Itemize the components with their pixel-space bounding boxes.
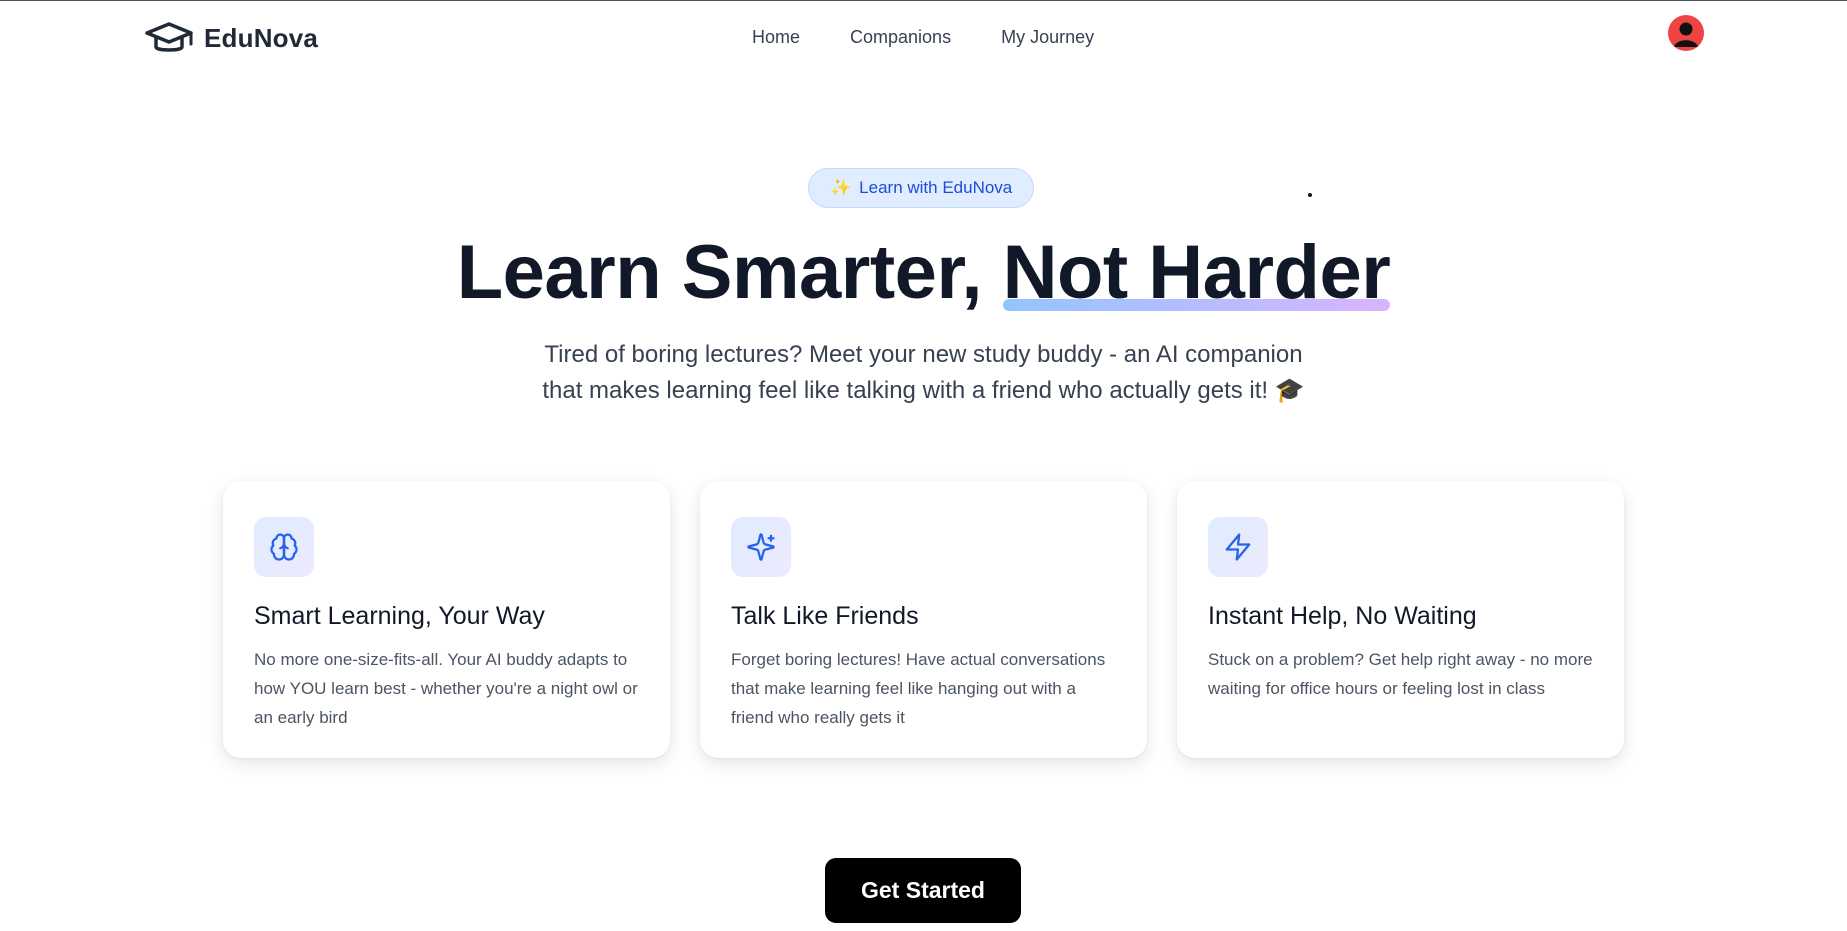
feature-cards: Smart Learning, Your Way No more one-siz… [223,481,1624,758]
feature-title: Instant Help, No Waiting [1208,602,1477,630]
main-nav: Home Companions My Journey [752,27,1094,48]
graduation-cap-icon [145,22,193,52]
feature-title: Smart Learning, Your Way [254,602,545,630]
feature-card-talk-like-friends: Talk Like Friends Forget boring lectures… [700,481,1147,758]
feature-title: Talk Like Friends [731,602,919,630]
feature-card-smart-learning: Smart Learning, Your Way No more one-siz… [223,481,670,758]
hero-title: Learn Smarter, Not Harder [0,227,1847,319]
lightning-icon [1208,517,1268,577]
get-started-button[interactable]: Get Started [825,858,1021,923]
hero-badge: ✨ Learn with EduNova [808,168,1035,208]
hero-subtitle-line1: Tired of boring lectures? Meet your new … [544,341,1303,368]
feature-card-instant-help: Instant Help, No Waiting Stuck on a prob… [1177,481,1624,758]
nav-companions[interactable]: Companions [850,27,951,48]
nav-home[interactable]: Home [752,27,800,48]
brand-name: EduNova [204,22,319,53]
decorative-dot [1308,193,1312,197]
nav-my-journey[interactable]: My Journey [1001,27,1094,48]
user-avatar-icon[interactable] [1668,15,1704,51]
hero-title-highlight: Not Harder [1002,227,1391,319]
sparkles-icon [731,517,791,577]
feature-text: No more one-size-fits-all. Your AI buddy… [254,650,638,727]
brain-icon [254,517,314,577]
badge-label: Learn with EduNova [859,178,1013,197]
feature-text: Forget boring lectures! Have actual conv… [731,650,1106,727]
hero-title-part1: Learn Smarter, [456,230,1003,315]
site-header: EduNova Home Companions My Journey [0,1,1847,77]
hero-subtitle: Tired of boring lectures? Meet your new … [0,337,1847,409]
sparkle-icon: ✨ [830,178,852,197]
brand-logo[interactable]: EduNova [144,18,318,58]
feature-text: Stuck on a problem? Get help right away … [1208,650,1593,698]
hero-subtitle-line2: that makes learning feel like talking wi… [542,377,1305,404]
hero-title-part2: Not Harder [1002,230,1391,315]
